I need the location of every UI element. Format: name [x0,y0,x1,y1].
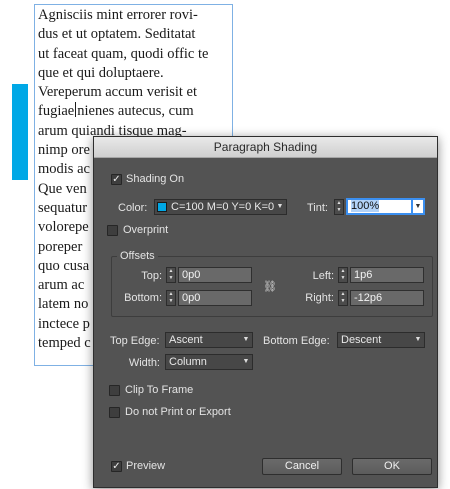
top-edge-value: Ascent [169,334,203,346]
width-select[interactable]: Column ▼ [165,354,253,370]
chevron-down-icon: ▼ [414,336,422,343]
chevron-down-icon: ▼ [242,336,250,343]
color-value: C=100 M=0 Y=0 K=0 [171,201,275,213]
clip-to-frame-label: Clip To Frame [125,384,194,396]
clip-to-frame-checkbox[interactable] [109,385,120,396]
dialog-title[interactable]: Paragraph Shading [94,137,437,158]
bottom-edge-label: Bottom Edge: [263,335,330,347]
tint-value: 100% [351,200,380,212]
offset-bottom-label: Bottom: [124,292,162,304]
overprint-checkbox[interactable] [107,225,118,236]
chevron-down-icon: ▼ [276,203,284,210]
tint-label: Tint: [307,202,328,214]
chain-link-icon[interactable]: ⛓ [263,280,277,294]
top-edge-label: Top Edge: [110,335,160,347]
do-not-print-label: Do not Print or Export [125,406,231,418]
offset-left-input[interactable]: 1p6 [350,267,424,283]
shading-on-checkbox[interactable]: ✓ [111,174,122,185]
overprint-label: Overprint [123,224,169,236]
offset-right-input[interactable]: -12p6 [350,290,424,306]
offset-left-label: Left: [312,270,334,282]
offset-right-stepper[interactable]: ▲ ▼ [338,290,348,306]
offset-bottom-input[interactable]: 0p0 [178,290,252,306]
cancel-button[interactable]: Cancel [262,458,342,475]
bottom-edge-value: Descent [341,334,382,346]
width-value: Column [169,356,207,368]
color-swatch-icon [157,202,167,212]
ok-button[interactable]: OK [352,458,432,475]
preview-checkbox[interactable]: ✓ [111,461,122,472]
preview-label: Preview [126,460,166,472]
offset-right-label: Right: [305,292,334,304]
offset-bottom-stepper[interactable]: ▲ ▼ [166,290,176,306]
offset-top-input[interactable]: 0p0 [178,267,252,283]
text-line-with-caret: fugiae nienes autecus, cum [38,102,230,121]
text-line: dus et ut optatem. Seditatat [38,26,196,43]
paragraph-shading-indicator [12,84,28,180]
color-select[interactable]: C=100 M=0 Y=0 K=0 ▼ [154,199,287,215]
text-line: ut faceat quam, quodi offic te [38,45,209,62]
offsets-group-title: Offsets [117,250,158,262]
tint-stepper[interactable]: ▲ ▼ [334,199,344,215]
text-line: Vereperum accum verisit et [38,84,198,101]
tint-input[interactable]: 100% [346,198,413,215]
shading-on-label: Shading On [126,173,185,185]
text-line: Agnisciis mint errorer rovi- [38,7,198,23]
text-fragment: fugiae [38,103,75,120]
bottom-edge-select[interactable]: Descent ▼ [337,332,425,348]
offset-left-stepper[interactable]: ▲ ▼ [338,267,348,283]
chevron-down-icon: ▼ [242,358,250,365]
do-not-print-checkbox[interactable] [109,407,120,418]
width-label: Width: [128,357,160,369]
paragraph-shading-dialog: Paragraph Shading ✓ Shading On Color: C=… [93,136,438,488]
top-edge-select[interactable]: Ascent ▼ [165,332,253,348]
tint-dropdown-button[interactable]: ▼ [413,198,425,215]
color-label: Color: [118,202,148,214]
text-fragment: nienes autecus, cum [77,103,194,120]
text-line: que et qui doluptaere. [38,64,164,81]
offset-top-stepper[interactable]: ▲ ▼ [166,267,176,283]
offset-top-label: Top: [141,270,162,282]
